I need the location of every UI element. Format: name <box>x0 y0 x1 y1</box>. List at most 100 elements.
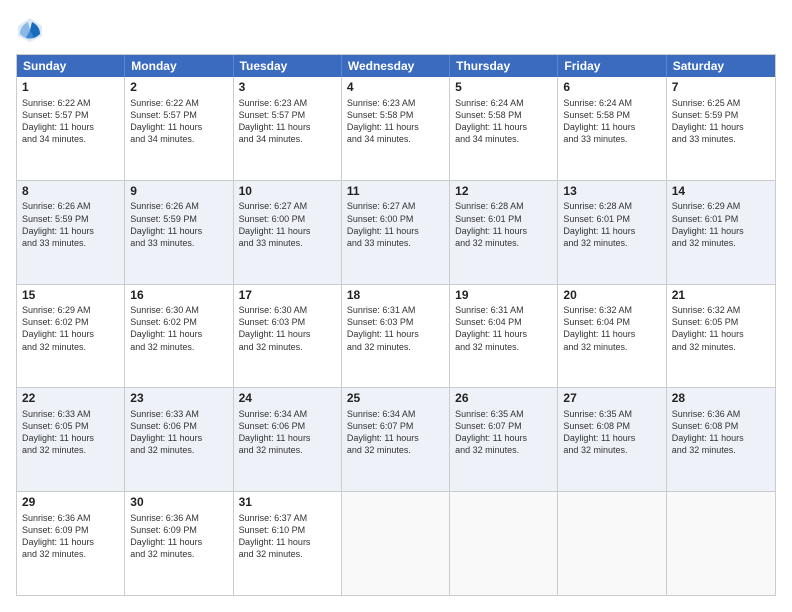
day-number: 14 <box>672 184 770 200</box>
day-number: 8 <box>22 184 119 200</box>
calendar: SundayMondayTuesdayWednesdayThursdayFrid… <box>16 54 776 596</box>
day-number: 25 <box>347 391 444 407</box>
day-cell-11: 11Sunrise: 6:27 AMSunset: 6:00 PMDayligh… <box>342 181 450 284</box>
day-cell-25: 25Sunrise: 6:34 AMSunset: 6:07 PMDayligh… <box>342 388 450 491</box>
day-cell-10: 10Sunrise: 6:27 AMSunset: 6:00 PMDayligh… <box>234 181 342 284</box>
day-cell-18: 18Sunrise: 6:31 AMSunset: 6:03 PMDayligh… <box>342 285 450 388</box>
day-number: 3 <box>239 80 336 96</box>
day-number: 22 <box>22 391 119 407</box>
calendar-row-1: 1Sunrise: 6:22 AMSunset: 5:57 PMDaylight… <box>17 77 775 180</box>
calendar-row-5: 29Sunrise: 6:36 AMSunset: 6:09 PMDayligh… <box>17 491 775 595</box>
day-info: Sunrise: 6:27 AMSunset: 6:00 PMDaylight:… <box>347 200 444 249</box>
day-number: 31 <box>239 495 336 511</box>
day-info: Sunrise: 6:32 AMSunset: 6:04 PMDaylight:… <box>563 304 660 353</box>
day-info: Sunrise: 6:37 AMSunset: 6:10 PMDaylight:… <box>239 512 336 561</box>
day-info: Sunrise: 6:35 AMSunset: 6:07 PMDaylight:… <box>455 408 552 457</box>
day-cell-6: 6Sunrise: 6:24 AMSunset: 5:58 PMDaylight… <box>558 77 666 180</box>
day-number: 10 <box>239 184 336 200</box>
day-info: Sunrise: 6:35 AMSunset: 6:08 PMDaylight:… <box>563 408 660 457</box>
day-cell-15: 15Sunrise: 6:29 AMSunset: 6:02 PMDayligh… <box>17 285 125 388</box>
day-info: Sunrise: 6:36 AMSunset: 6:09 PMDaylight:… <box>130 512 227 561</box>
day-cell-22: 22Sunrise: 6:33 AMSunset: 6:05 PMDayligh… <box>17 388 125 491</box>
day-info: Sunrise: 6:22 AMSunset: 5:57 PMDaylight:… <box>130 97 227 146</box>
day-info: Sunrise: 6:34 AMSunset: 6:06 PMDaylight:… <box>239 408 336 457</box>
day-number: 29 <box>22 495 119 511</box>
empty-cell <box>558 492 666 595</box>
weekday-header-thursday: Thursday <box>450 55 558 77</box>
day-cell-24: 24Sunrise: 6:34 AMSunset: 6:06 PMDayligh… <box>234 388 342 491</box>
weekday-header-tuesday: Tuesday <box>234 55 342 77</box>
day-cell-3: 3Sunrise: 6:23 AMSunset: 5:57 PMDaylight… <box>234 77 342 180</box>
day-info: Sunrise: 6:29 AMSunset: 6:02 PMDaylight:… <box>22 304 119 353</box>
day-number: 30 <box>130 495 227 511</box>
day-cell-2: 2Sunrise: 6:22 AMSunset: 5:57 PMDaylight… <box>125 77 233 180</box>
day-number: 9 <box>130 184 227 200</box>
day-info: Sunrise: 6:36 AMSunset: 6:08 PMDaylight:… <box>672 408 770 457</box>
day-cell-4: 4Sunrise: 6:23 AMSunset: 5:58 PMDaylight… <box>342 77 450 180</box>
empty-cell <box>342 492 450 595</box>
day-info: Sunrise: 6:31 AMSunset: 6:04 PMDaylight:… <box>455 304 552 353</box>
header <box>16 16 776 44</box>
day-info: Sunrise: 6:29 AMSunset: 6:01 PMDaylight:… <box>672 200 770 249</box>
day-number: 20 <box>563 288 660 304</box>
day-number: 27 <box>563 391 660 407</box>
day-info: Sunrise: 6:33 AMSunset: 6:06 PMDaylight:… <box>130 408 227 457</box>
calendar-row-4: 22Sunrise: 6:33 AMSunset: 6:05 PMDayligh… <box>17 387 775 491</box>
calendar-body: 1Sunrise: 6:22 AMSunset: 5:57 PMDaylight… <box>17 77 775 595</box>
weekday-header-friday: Friday <box>558 55 666 77</box>
day-info: Sunrise: 6:30 AMSunset: 6:03 PMDaylight:… <box>239 304 336 353</box>
day-cell-7: 7Sunrise: 6:25 AMSunset: 5:59 PMDaylight… <box>667 77 775 180</box>
day-number: 28 <box>672 391 770 407</box>
logo <box>16 16 46 44</box>
day-number: 6 <box>563 80 660 96</box>
day-info: Sunrise: 6:24 AMSunset: 5:58 PMDaylight:… <box>563 97 660 146</box>
day-cell-27: 27Sunrise: 6:35 AMSunset: 6:08 PMDayligh… <box>558 388 666 491</box>
day-info: Sunrise: 6:27 AMSunset: 6:00 PMDaylight:… <box>239 200 336 249</box>
day-cell-17: 17Sunrise: 6:30 AMSunset: 6:03 PMDayligh… <box>234 285 342 388</box>
day-info: Sunrise: 6:36 AMSunset: 6:09 PMDaylight:… <box>22 512 119 561</box>
day-number: 26 <box>455 391 552 407</box>
day-cell-5: 5Sunrise: 6:24 AMSunset: 5:58 PMDaylight… <box>450 77 558 180</box>
day-info: Sunrise: 6:28 AMSunset: 6:01 PMDaylight:… <box>563 200 660 249</box>
day-number: 11 <box>347 184 444 200</box>
day-number: 7 <box>672 80 770 96</box>
day-number: 13 <box>563 184 660 200</box>
day-info: Sunrise: 6:26 AMSunset: 5:59 PMDaylight:… <box>22 200 119 249</box>
day-number: 23 <box>130 391 227 407</box>
day-cell-20: 20Sunrise: 6:32 AMSunset: 6:04 PMDayligh… <box>558 285 666 388</box>
day-info: Sunrise: 6:24 AMSunset: 5:58 PMDaylight:… <box>455 97 552 146</box>
day-cell-26: 26Sunrise: 6:35 AMSunset: 6:07 PMDayligh… <box>450 388 558 491</box>
day-info: Sunrise: 6:30 AMSunset: 6:02 PMDaylight:… <box>130 304 227 353</box>
day-number: 21 <box>672 288 770 304</box>
day-info: Sunrise: 6:34 AMSunset: 6:07 PMDaylight:… <box>347 408 444 457</box>
day-number: 16 <box>130 288 227 304</box>
day-info: Sunrise: 6:32 AMSunset: 6:05 PMDaylight:… <box>672 304 770 353</box>
day-number: 15 <box>22 288 119 304</box>
day-info: Sunrise: 6:22 AMSunset: 5:57 PMDaylight:… <box>22 97 119 146</box>
empty-cell <box>667 492 775 595</box>
day-info: Sunrise: 6:28 AMSunset: 6:01 PMDaylight:… <box>455 200 552 249</box>
day-number: 19 <box>455 288 552 304</box>
day-cell-14: 14Sunrise: 6:29 AMSunset: 6:01 PMDayligh… <box>667 181 775 284</box>
day-cell-31: 31Sunrise: 6:37 AMSunset: 6:10 PMDayligh… <box>234 492 342 595</box>
day-number: 5 <box>455 80 552 96</box>
day-number: 1 <box>22 80 119 96</box>
day-cell-21: 21Sunrise: 6:32 AMSunset: 6:05 PMDayligh… <box>667 285 775 388</box>
day-number: 12 <box>455 184 552 200</box>
day-number: 2 <box>130 80 227 96</box>
day-info: Sunrise: 6:33 AMSunset: 6:05 PMDaylight:… <box>22 408 119 457</box>
day-cell-16: 16Sunrise: 6:30 AMSunset: 6:02 PMDayligh… <box>125 285 233 388</box>
day-cell-9: 9Sunrise: 6:26 AMSunset: 5:59 PMDaylight… <box>125 181 233 284</box>
day-cell-23: 23Sunrise: 6:33 AMSunset: 6:06 PMDayligh… <box>125 388 233 491</box>
day-info: Sunrise: 6:23 AMSunset: 5:57 PMDaylight:… <box>239 97 336 146</box>
weekday-header-sunday: Sunday <box>17 55 125 77</box>
day-cell-8: 8Sunrise: 6:26 AMSunset: 5:59 PMDaylight… <box>17 181 125 284</box>
day-cell-13: 13Sunrise: 6:28 AMSunset: 6:01 PMDayligh… <box>558 181 666 284</box>
logo-icon <box>16 16 44 44</box>
weekday-header-saturday: Saturday <box>667 55 775 77</box>
day-cell-30: 30Sunrise: 6:36 AMSunset: 6:09 PMDayligh… <box>125 492 233 595</box>
calendar-header: SundayMondayTuesdayWednesdayThursdayFrid… <box>17 55 775 77</box>
day-number: 17 <box>239 288 336 304</box>
day-number: 24 <box>239 391 336 407</box>
day-number: 18 <box>347 288 444 304</box>
